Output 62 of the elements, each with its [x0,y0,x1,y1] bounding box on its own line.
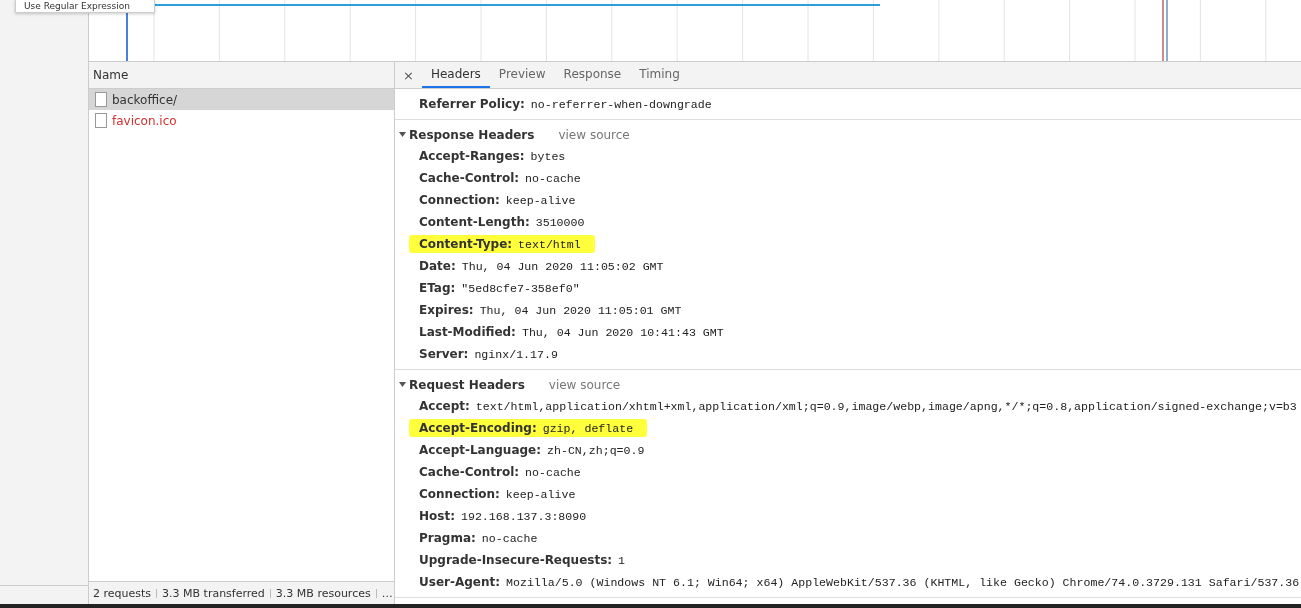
section-toggle[interactable]: Response Headers [399,127,535,142]
tab[interactable]: Headers [421,62,490,88]
header-value: text/html,application/xhtml+xml,application/xml;q=0.9,image/webp,image/apng,*/*;q=0.8,application/signed-exchange;v=b3 [475,399,1297,413]
header-name: ETag: [419,281,456,295]
header-name: Connection: [419,193,500,207]
header-name: Content-Type: [419,237,513,251]
header-name: Accept-Encoding: [419,421,537,435]
section-toggle[interactable]: Request Headers [399,377,525,392]
header-value: 1 [618,553,626,567]
header-value: Thu, 04 Jun 2020 10:41:43 GMT [521,325,724,339]
header-value: Thu, 04 Jun 2020 11:05:02 GMT [461,259,664,273]
header-value: 3510000 [535,215,585,229]
status-text: 3.3 MB resources [275,586,371,600]
header-value: no-cache [525,465,581,479]
tab[interactable]: Response [554,62,631,88]
header-value: "5ed8cfe7-358ef0" [461,281,580,295]
view-source-link[interactable]: view source [548,377,621,392]
header-name: Date: [419,259,456,273]
tab[interactable]: Preview [489,62,555,88]
status-text: 2 requests [93,586,152,600]
header-name: Cache-Control: [419,465,520,479]
view-source-link[interactable]: view source [558,127,630,142]
header-value: no-cache [525,171,581,185]
header-value: no-referrer-when-downgrade [530,97,712,111]
header-name: Accept: [419,399,470,413]
header-name: User-Agent: [419,575,501,589]
header-name: Content-Length: [419,215,530,229]
request-name: backoffice/ [112,92,178,107]
header-value: 192.168.137.3:8090 [460,509,587,523]
header-name: Host: [419,509,455,523]
file-icon [95,113,107,128]
header-value: nginx/1.17.9 [474,347,558,361]
column-header[interactable]: Name [89,62,394,89]
header-value: keep-alive [505,193,576,207]
file-icon [95,92,107,107]
tooltip: Use Regular Expression [15,0,155,13]
status-text: 3.3 MB transferred [162,586,265,600]
triangle-icon [399,131,406,138]
header-name: Cache-Control: [419,171,520,185]
header-name: Server: [419,347,469,361]
request-row[interactable]: backoffice/ [89,89,394,110]
header-name: Accept-Language: [419,443,541,457]
header-name: Connection: [419,487,500,501]
header-value: Mozilla/5.0 (Windows NT 6.1; Win64; x64) AppleWebKit/537.36 (KHTML, like Gecko) Chrome/74.0.3729.131 Safari/537.36 [506,575,1300,589]
header-value: bytes [530,149,566,163]
header-name: Referrer Policy: [419,97,525,111]
status-text: … [381,586,393,600]
header-value: Thu, 04 Jun 2020 11:05:01 GMT [479,303,682,317]
tab[interactable]: Timing [630,62,689,88]
header-value: keep-alive [505,487,576,501]
header-name: Pragma: [419,531,476,545]
header-value: no-cache [481,531,538,545]
triangle-icon [399,381,406,388]
request-name: favicon.ico [112,113,177,128]
header-value: gzip, deflate [542,421,634,435]
header-value: text/html [518,237,581,251]
close-button[interactable]: × [399,62,422,88]
header-name: Upgrade-Insecure-Requests: [419,553,613,567]
header-name: Accept-Ranges: [419,149,525,163]
header-value: zh-CN,zh;q=0.9 [547,443,645,457]
header-name: Last-Modified: [419,325,516,339]
header-name: Expires: [419,303,474,317]
